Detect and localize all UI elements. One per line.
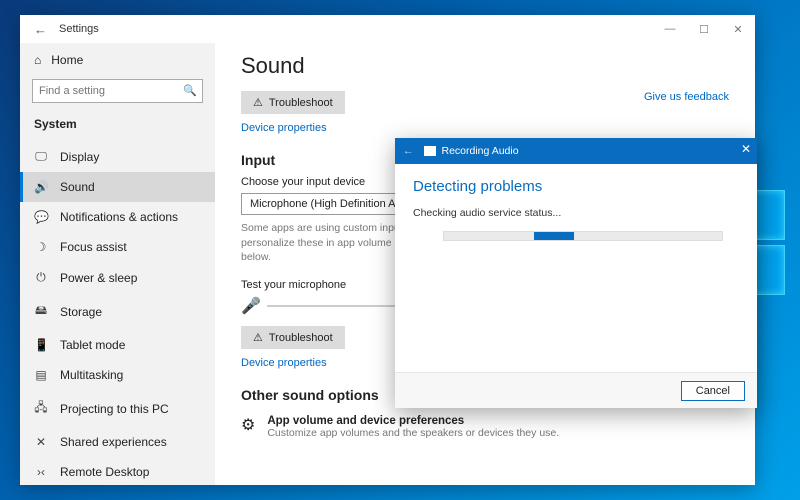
sidebar-item-icon: ›‹ [34, 465, 48, 479]
sidebar-item-icon: ⏻ [34, 270, 48, 285]
device-properties-link-input[interactable]: Device properties [241, 357, 327, 369]
sliders-icon: ⚙ [241, 415, 255, 435]
app-volume-sub: Customize app volumes and the speakers o… [267, 427, 559, 439]
app-volume-title: App volume and device preferences [267, 415, 559, 427]
page-heading: Sound [241, 53, 729, 79]
sidebar-item-label: Sound [60, 180, 95, 194]
sidebar-home[interactable]: ⌂ Home [20, 43, 215, 77]
sidebar-item-icon: 🖵 [34, 149, 48, 164]
sidebar-item-label: Tablet mode [60, 338, 125, 352]
troubleshoot-input-button[interactable]: ⚠ Troubleshoot [241, 326, 345, 349]
sidebar-item-sound[interactable]: 🔊 Sound [20, 172, 215, 202]
search-icon: 🔍 [183, 84, 197, 97]
app-volume-row[interactable]: ⚙ App volume and device preferences Cust… [241, 411, 729, 443]
troubleshooter-cancel-button[interactable]: Cancel [681, 381, 745, 401]
sidebar-item-notifications-actions[interactable]: 💬 Notifications & actions [20, 202, 215, 232]
sidebar-item-multitasking[interactable]: ▤ Multitasking [20, 360, 215, 390]
window-title: Settings [59, 23, 99, 35]
sidebar-item-label: Notifications & actions [60, 210, 178, 224]
maximize-button[interactable]: ☐ [687, 15, 721, 43]
sidebar-item-power-sleep[interactable]: ⏻ Power & sleep [20, 262, 215, 293]
device-properties-link-output[interactable]: Device properties [241, 122, 327, 134]
home-icon: ⌂ [34, 53, 41, 67]
sidebar-item-icon: 🔊 [34, 180, 48, 194]
troubleshooter-title: Recording Audio [442, 145, 519, 157]
troubleshooter-progress [443, 231, 723, 241]
sidebar-item-label: Power & sleep [60, 271, 137, 285]
sidebar-item-label: Focus assist [60, 240, 127, 254]
sidebar-item-remote-desktop[interactable]: ›‹ Remote Desktop [20, 457, 215, 485]
sidebar-section-label: System [20, 111, 215, 137]
sidebar-home-label: Home [51, 53, 83, 67]
sidebar-item-label: Projecting to this PC [60, 402, 169, 416]
give-feedback-link[interactable]: Give us feedback [644, 91, 729, 103]
sidebar-item-label: Display [60, 150, 99, 164]
sidebar-item-icon: 📱 [34, 338, 48, 352]
warning-icon: ⚠ [253, 96, 263, 109]
sidebar-item-shared-experiences[interactable]: ✕ Shared experiences [20, 427, 215, 457]
sidebar-item-focus-assist[interactable]: ☽ Focus assist [20, 232, 215, 262]
sidebar-item-tablet-mode[interactable]: 📱 Tablet mode [20, 330, 215, 360]
sidebar-item-label: Multitasking [60, 368, 123, 382]
troubleshooter-status: Checking audio service status... [413, 207, 739, 219]
sidebar-item-projecting-to-this-pc[interactable]: 🖧 Projecting to this PC [20, 390, 215, 427]
minimize-button[interactable]: — [653, 15, 687, 43]
sidebar: ⌂ Home 🔍 System 🖵 Display 🔊 Sound 💬 Notificat… [20, 43, 215, 485]
troubleshooter-icon [424, 146, 436, 156]
back-button[interactable]: ← [26, 22, 55, 37]
sidebar-item-icon: ☽ [34, 240, 48, 254]
sidebar-item-label: Remote Desktop [60, 465, 149, 479]
sidebar-item-icon: ✕ [34, 435, 48, 449]
close-button[interactable]: ✕ [721, 15, 755, 43]
sidebar-item-icon: ▤ [34, 368, 48, 382]
sidebar-item-storage[interactable]: 🖴 Storage [20, 293, 215, 330]
troubleshooter-heading: Detecting problems [413, 178, 739, 195]
troubleshoot-output-button[interactable]: ⚠ Troubleshoot [241, 91, 345, 114]
titlebar: ← Settings — ☐ ✕ [20, 15, 755, 43]
sidebar-item-label: Storage [60, 305, 102, 319]
sidebar-item-icon: 💬 [34, 210, 48, 224]
troubleshooter-titlebar: ← Recording Audio ✕ [395, 138, 757, 164]
search-input[interactable] [32, 79, 203, 103]
troubleshooter-dialog: ← Recording Audio ✕ Detecting problems C… [395, 138, 757, 408]
warning-icon: ⚠ [253, 331, 263, 344]
troubleshooter-back-button[interactable]: ← [403, 145, 414, 157]
sidebar-item-label: Shared experiences [60, 435, 167, 449]
sidebar-item-display[interactable]: 🖵 Display [20, 141, 215, 172]
sidebar-item-icon: 🖧 [34, 398, 48, 419]
microphone-icon: 🎤 [241, 296, 261, 316]
search-box[interactable]: 🔍 [32, 79, 203, 103]
troubleshooter-close-button[interactable]: ✕ [741, 142, 751, 156]
sidebar-item-icon: 🖴 [34, 301, 48, 322]
